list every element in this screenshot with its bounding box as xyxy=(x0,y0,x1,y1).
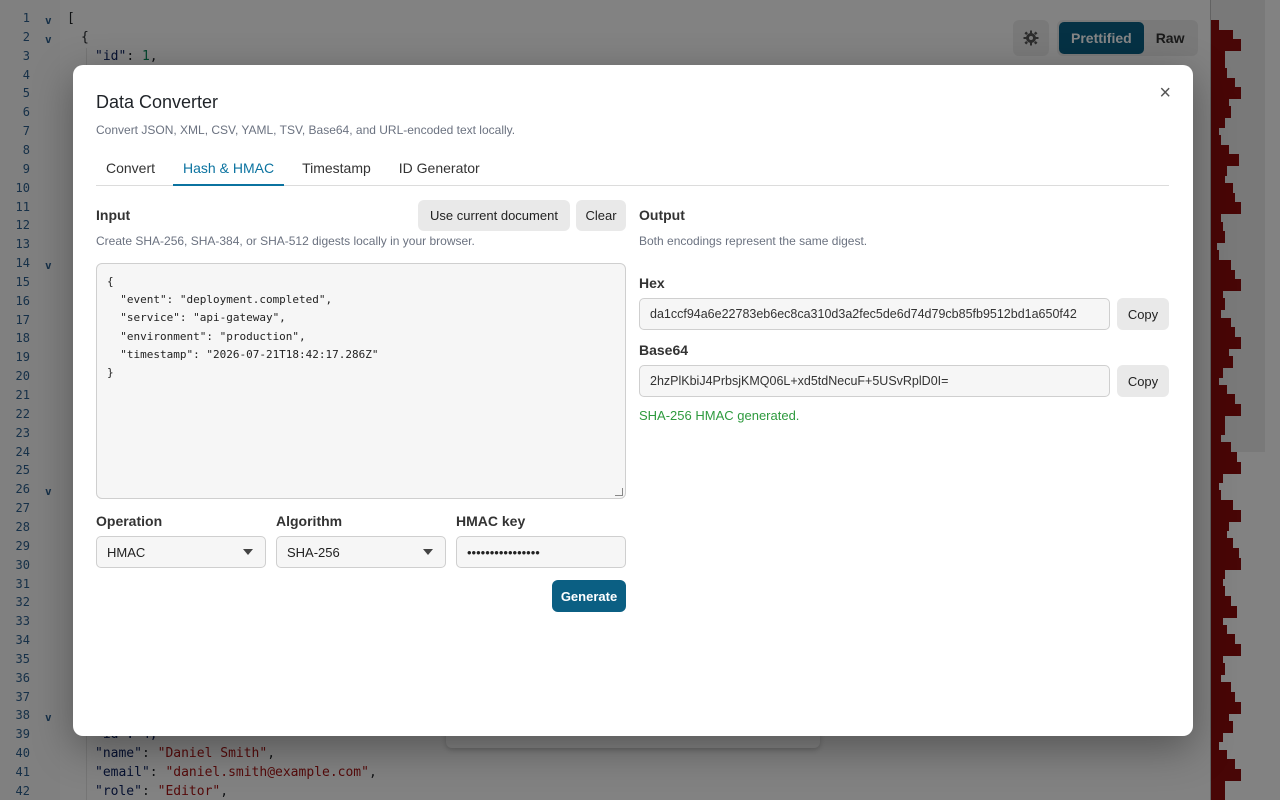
tab-hash-hmac[interactable]: Hash & HMAC xyxy=(173,159,285,186)
clear-button[interactable]: Clear xyxy=(576,200,626,231)
hex-value: da1ccf94a6e22783eb6ec8ca310d3a2fec5de6d7… xyxy=(650,307,1077,321)
input-label: Input xyxy=(96,207,131,223)
status-message: SHA-256 HMAC generated. xyxy=(639,408,800,423)
operation-select[interactable]: HMAC xyxy=(96,536,266,568)
copy-base64-button[interactable]: Copy xyxy=(1117,365,1169,397)
operation-label: Operation xyxy=(96,513,163,529)
dialog-subtitle: Convert JSON, XML, CSV, YAML, TSV, Base6… xyxy=(96,123,516,137)
data-converter-dialog: × Data Converter Convert JSON, XML, CSV,… xyxy=(73,65,1193,736)
algorithm-value: SHA-256 xyxy=(287,544,340,560)
base64-label: Base64 xyxy=(639,342,689,358)
chevron-down-icon xyxy=(243,549,253,555)
use-current-document-button[interactable]: Use current document xyxy=(418,200,570,231)
tab-id-generator[interactable]: ID Generator xyxy=(389,159,490,186)
generate-button[interactable]: Generate xyxy=(552,580,626,612)
resize-handle-icon[interactable] xyxy=(615,488,623,496)
input-hint: Create SHA-256, SHA-384, or SHA-512 dige… xyxy=(96,234,475,248)
output-hint: Both encodings represent the same digest… xyxy=(639,234,868,248)
input-textarea[interactable]: { "event": "deployment.completed", "serv… xyxy=(96,263,626,499)
algorithm-label: Algorithm xyxy=(276,513,343,529)
base64-output-field[interactable]: 2hzPlKbiJ4PrbsjKMQ06L+xd5tdNecuF+5USvRpl… xyxy=(639,365,1110,397)
hmac-key-input[interactable]: •••••••••••••••• xyxy=(456,536,626,568)
close-icon[interactable]: × xyxy=(1159,83,1171,103)
tab-timestamp[interactable]: Timestamp xyxy=(292,159,381,186)
tab-bar: Convert Hash & HMAC Timestamp ID Generat… xyxy=(96,159,1169,186)
tab-convert[interactable]: Convert xyxy=(96,159,165,186)
chevron-down-icon xyxy=(423,549,433,555)
input-text: { "event": "deployment.completed", "serv… xyxy=(107,275,379,380)
base64-value: 2hzPlKbiJ4PrbsjKMQ06L+xd5tdNecuF+5USvRpl… xyxy=(650,374,949,388)
copy-hex-button[interactable]: Copy xyxy=(1117,298,1169,330)
hex-output-field[interactable]: da1ccf94a6e22783eb6ec8ca310d3a2fec5de6d7… xyxy=(639,298,1110,330)
hex-label: Hex xyxy=(639,275,665,291)
algorithm-select[interactable]: SHA-256 xyxy=(276,536,446,568)
dialog-title: Data Converter xyxy=(96,92,219,112)
operation-value: HMAC xyxy=(107,544,146,560)
output-label: Output xyxy=(639,207,685,223)
hmac-key-label: HMAC key xyxy=(456,513,526,529)
hmac-key-value: •••••••••••••••• xyxy=(467,544,540,560)
